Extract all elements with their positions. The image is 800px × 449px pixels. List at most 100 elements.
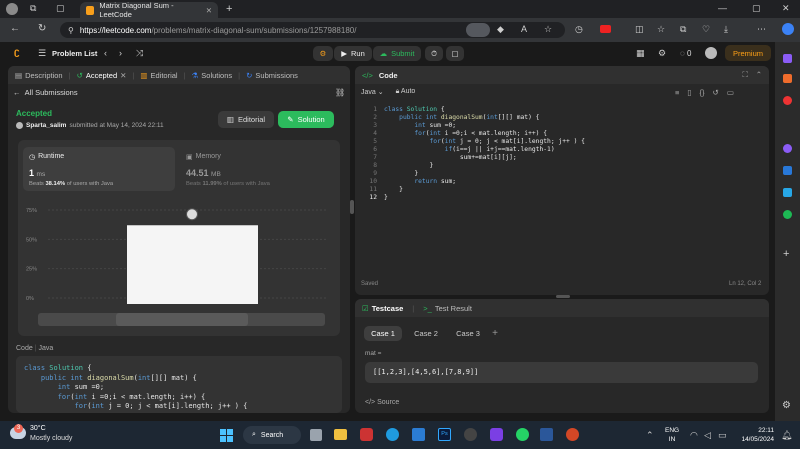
tab-solutions[interactable]: ⚗ Solutions	[192, 71, 233, 80]
submitter-name[interactable]: Sparta_salim	[26, 122, 66, 129]
favorites-icon[interactable]: ☆	[657, 24, 665, 35]
notification-bell-icon[interactable]: 🔔︎	[781, 430, 792, 441]
share-link-icon[interactable]: ⛓	[335, 88, 345, 97]
whatsapp-icon[interactable]	[516, 428, 529, 441]
chart-range-slider[interactable]	[116, 313, 248, 326]
shopping-sidebar-icon[interactable]	[783, 74, 792, 83]
maximize-icon[interactable]: ▢	[752, 3, 761, 14]
github-icon[interactable]	[464, 428, 477, 441]
photoshop-icon[interactable]: Ps	[438, 428, 451, 441]
tracking-prevention-button[interactable]	[466, 23, 490, 37]
edge-browser-icon[interactable]	[386, 428, 399, 441]
tab-actions-icon[interactable]: ▢	[56, 3, 65, 14]
spotify-sidebar-icon[interactable]	[783, 210, 792, 219]
editor-settings-icon[interactable]: ▭	[727, 88, 734, 97]
clock[interactable]: 22:11 14/05/2024	[738, 426, 774, 444]
browser-tab[interactable]: Matrix Diagonal Sum - LeetCode ✕	[80, 1, 218, 19]
volume-icon[interactable]: ◁	[704, 430, 711, 441]
editor-code[interactable]: class Solution { public int diagonalSum(…	[384, 106, 764, 202]
tab-editorial[interactable]: ▥ Editorial	[140, 71, 177, 80]
read-aloud-icon[interactable]: A	[521, 24, 527, 34]
tools-sidebar-icon[interactable]	[783, 96, 792, 105]
windows-start-icon[interactable]	[220, 429, 233, 442]
all-submissions-link[interactable]: ← All Submissions	[13, 88, 78, 97]
run-button[interactable]: ▶ Run	[334, 46, 372, 61]
profile-avatar[interactable]	[6, 3, 18, 15]
youtube-icon[interactable]	[600, 25, 611, 33]
browser-essentials-icon[interactable]: ♡	[702, 24, 710, 35]
split-screen-icon[interactable]: ◫	[635, 24, 644, 35]
store-app-icon[interactable]	[360, 428, 373, 441]
telegram-sidebar-icon[interactable]	[783, 188, 792, 197]
tab-accepted-close-icon[interactable]: ✕	[120, 71, 126, 80]
tray-overflow-icon[interactable]: ⌃	[646, 430, 654, 441]
prev-problem-icon[interactable]: ‹	[104, 48, 107, 58]
outlook-sidebar-icon[interactable]	[783, 166, 792, 175]
case-3-tab[interactable]: Case 3	[449, 326, 487, 341]
user-avatar[interactable]	[705, 47, 717, 59]
timer-button[interactable]: ⏱	[425, 46, 443, 61]
weather-temp[interactable]: 30°C	[30, 425, 46, 432]
format-icon[interactable]: ≡	[675, 88, 679, 97]
language-indicator[interactable]: ENG IN	[665, 426, 679, 444]
memory-card[interactable]: ▣ Memory 44.51 MB Beats 11.99% of users w…	[180, 147, 332, 191]
testcase-input[interactable]: [[1,2,3],[4,5,6],[7,8,9]]	[365, 362, 758, 383]
refresh-icon[interactable]: ↻	[38, 23, 46, 34]
chart-bar[interactable]	[127, 225, 258, 304]
copilot-icon[interactable]	[782, 23, 794, 35]
tab-description[interactable]: ▤ Description	[15, 71, 63, 80]
file-explorer-icon[interactable]	[334, 429, 347, 440]
add-sidebar-icon[interactable]: +	[783, 248, 789, 260]
tab-test-result[interactable]: >_ Test Result	[423, 304, 472, 313]
shuffle-icon[interactable]: ⤨	[136, 48, 143, 59]
new-tab-icon[interactable]: +	[226, 3, 232, 15]
settings-more-icon[interactable]: ⋯	[757, 24, 766, 35]
source-link[interactable]: </> Source	[365, 399, 399, 406]
minimize-icon[interactable]: —	[718, 3, 727, 13]
braces-icon[interactable]: {}	[700, 88, 705, 97]
settings-icon[interactable]: ⚙	[658, 48, 666, 59]
tab-close-icon[interactable]: ✕	[206, 6, 212, 15]
powerpoint-icon[interactable]	[566, 428, 579, 441]
battery-icon[interactable]: ▭	[718, 430, 727, 441]
case-2-tab[interactable]: Case 2	[407, 326, 445, 341]
weather-desc[interactable]: Mostly cloudy	[30, 435, 72, 442]
workspaces-icon[interactable]: ⧉	[30, 3, 36, 14]
layout-icon[interactable]: ▦	[636, 48, 645, 59]
auto-mode[interactable]: 🔒︎ Auto	[396, 88, 416, 96]
add-case-button[interactable]: +	[489, 326, 501, 341]
favorite-star-icon[interactable]: ☆	[544, 24, 552, 35]
solution-button[interactable]: ✎ Solution	[278, 111, 334, 128]
tab-testcase[interactable]: ☑ Testcase	[362, 304, 403, 313]
search-sidebar-icon[interactable]	[783, 54, 792, 63]
problem-list-link[interactable]: Problem List	[52, 49, 97, 58]
reset-icon[interactable]: ↺	[713, 88, 719, 97]
streak-counter[interactable]: ◌ 0	[680, 49, 691, 58]
site-info-icon[interactable]: ⚲	[68, 26, 74, 35]
leetcode-logo-icon[interactable]: ʗ	[14, 47, 24, 58]
taskbar-search[interactable]: ⌕ Search	[243, 426, 301, 444]
editorial-button[interactable]: ▥ Editorial	[218, 111, 274, 128]
extension-icon[interactable]: ◆	[497, 24, 504, 35]
horizontal-resize-handle[interactable]	[556, 295, 570, 298]
vscode-icon[interactable]	[412, 428, 425, 441]
bookmark-icon[interactable]: ▯	[687, 88, 691, 97]
task-view-icon[interactable]	[310, 429, 322, 441]
games-sidebar-icon[interactable]	[783, 144, 792, 153]
word-icon[interactable]	[540, 428, 553, 441]
collections-icon[interactable]: ⧉	[680, 24, 686, 35]
back-icon[interactable]: ←	[10, 23, 20, 34]
submit-button[interactable]: ☁ Submit	[373, 46, 421, 61]
downloads-icon[interactable]: ⤓	[724, 24, 728, 35]
notes-button[interactable]: ▢	[446, 46, 464, 61]
runtime-card[interactable]: ◷ Runtime 1 ms Beats 38.14% of users with…	[23, 147, 175, 191]
maximize-editor-icon[interactable]: ⛶	[742, 70, 747, 80]
window-close-icon[interactable]: ✕	[782, 3, 790, 14]
tab-submissions[interactable]: ↻ Submissions	[246, 71, 298, 80]
history-icon[interactable]: ◷	[575, 24, 583, 35]
app-icon[interactable]	[490, 428, 503, 441]
vertical-resize-handle[interactable]	[350, 200, 354, 214]
problem-list-icon[interactable]: ☰	[38, 48, 46, 59]
premium-button[interactable]: Premium	[725, 45, 771, 61]
debug-button[interactable]: ⚙	[313, 46, 333, 61]
